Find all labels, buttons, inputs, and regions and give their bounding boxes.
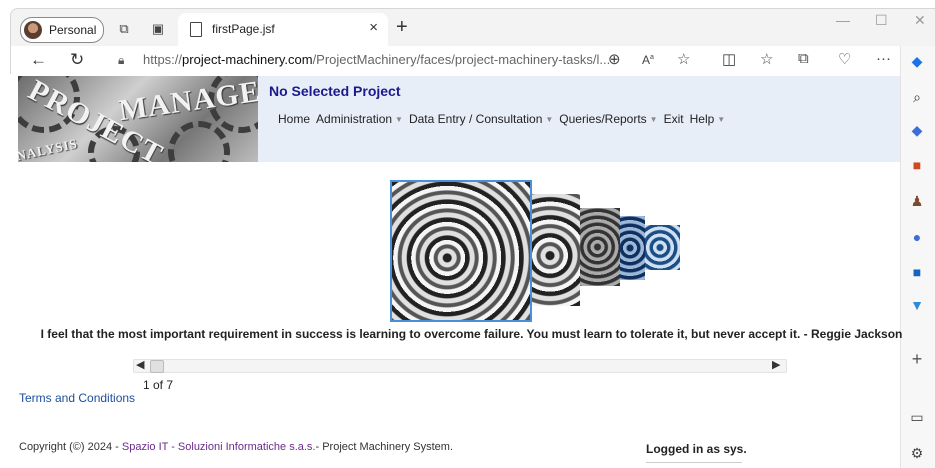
menu-label: Queries/Reports [559,112,647,126]
quote-text: I feel that the most important requireme… [40,327,903,341]
menu-home[interactable]: Home [278,112,310,126]
tab-actions-icon[interactable]: ▣ [150,21,166,37]
copyright: Copyright (©) 2024 - Spazio IT - Soluzio… [19,441,453,453]
maximize-icon[interactable]: ☐ [875,12,888,29]
tab-title: firstPage.jsf [212,22,275,36]
terms-link[interactable]: Terms and Conditions [19,391,135,405]
menu-label: Administration [316,112,393,126]
menu-label: Help [689,112,715,126]
settings-gear-icon[interactable]: ⚙ [908,444,926,462]
shopping-icon[interactable]: ◆ [908,121,926,139]
profile-button[interactable]: Personal [20,17,104,43]
caret-down-icon: ▼ [545,115,554,124]
image-carousel [390,180,720,322]
url-prefix: https:// [143,52,183,67]
main-menu: Home Administration ▼ Data Entry / Consul… [278,112,731,126]
menu-help[interactable]: Help ▼ [690,112,726,126]
minimize-icon[interactable]: — [836,12,850,28]
close-window-icon[interactable]: ✕ [914,12,926,29]
address-bar[interactable]: https://project-machinery.com/ProjectMac… [143,52,610,67]
project-management-banner: PROJECT MANAGEMENT NALYSIS [18,76,258,162]
close-tab-icon[interactable]: × [369,19,378,36]
profile-label: Personal [49,23,97,37]
copilot-icon[interactable]: ◆ [908,52,926,70]
favorites-icon[interactable]: ☆ [760,50,773,68]
favorite-star-icon[interactable]: ☆ [677,50,690,68]
company-link[interactable]: Spazio IT - Soluzioni Informatiche s.a.s… [122,441,316,453]
new-tab-icon[interactable]: + [396,16,408,39]
search-icon[interactable]: ⌕ [908,88,926,106]
scrollbar-thumb[interactable] [150,360,164,373]
read-aloud-icon[interactable]: Aa [642,53,654,67]
caret-down-icon: ▼ [717,115,726,124]
url-domain: project-machinery.com [182,52,313,67]
project-title: No Selected Project [269,83,401,99]
copyright-suffix: - Project Machinery System. [315,441,454,453]
carousel-scrollbar[interactable] [133,359,787,373]
more-options-icon[interactable]: ··· [876,50,891,67]
menu-queries-reports[interactable]: Queries/Reports ▼ [559,112,657,126]
split-screen-icon[interactable]: ◫ [722,50,736,68]
scroll-right-icon[interactable]: ▶ [772,358,780,371]
sidebar-toggle-icon[interactable]: ▭ [908,408,926,426]
page-icon [190,22,202,37]
performance-icon[interactable]: ♡ [838,50,851,68]
copyright-prefix: Copyright (©) 2024 - [19,441,122,453]
scroll-left-icon[interactable]: ◀ [136,358,144,371]
zoom-icon[interactable]: ⊕ [608,50,621,68]
carousel-image[interactable] [530,194,580,306]
games-icon[interactable]: ♟ [908,192,926,210]
back-icon[interactable]: ← [30,50,47,70]
add-sidebar-icon[interactable]: + [908,350,926,368]
lock-icon[interactable]: 🔒︎ [118,53,124,68]
browser-tab[interactable]: firstPage.jsf × [178,13,388,46]
menu-label: Home [278,112,311,126]
carousel-image[interactable] [640,225,680,270]
carousel-image[interactable] [575,208,620,286]
refresh-icon[interactable]: ↻ [70,50,84,70]
menu-data-entry[interactable]: Data Entry / Consultation ▼ [409,112,553,126]
gear-graphic [168,121,230,162]
menu-label: Data Entry / Consultation [408,112,543,126]
office-icon[interactable]: ● [908,228,926,246]
carousel-active-image[interactable] [390,180,532,322]
menu-label: Exit [663,112,684,126]
caret-down-icon: ▼ [649,115,658,124]
caret-down-icon: ▼ [395,115,403,124]
menu-exit[interactable]: Exit [664,112,684,126]
edge-sidebar [900,46,935,468]
designer-icon[interactable]: ▼ [908,296,926,314]
carousel-pager: 1 of 7 [143,378,174,392]
tools-icon[interactable]: ■ [908,156,926,174]
avatar [24,21,42,39]
tab-bar [10,8,935,47]
url-path: /ProjectMachinery/faces/project-machiner… [312,52,611,67]
logged-in-status: Logged in as sys. [646,442,747,456]
divider [646,462,742,463]
banner-word: NALYSIS [18,135,79,162]
collections-icon[interactable]: ⧉ [798,50,809,67]
menu-administration[interactable]: Administration ▼ [316,112,403,126]
outlook-icon[interactable]: ■ [908,263,926,281]
workspaces-icon[interactable]: ⧉ [116,21,132,37]
